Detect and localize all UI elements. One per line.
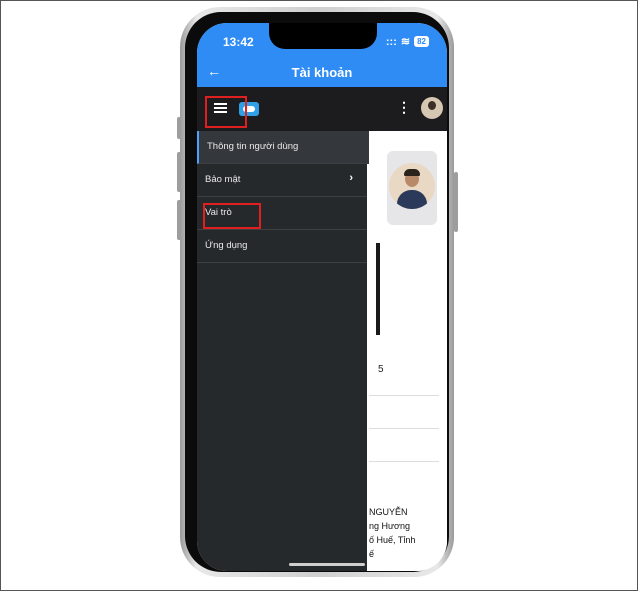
divider	[369, 461, 439, 462]
home-indicator[interactable]	[289, 563, 365, 566]
phone-screen: 13:42 ::: ≋ 82 ← Tài khoản ⋮ 5 NGUYỄN ng…	[197, 23, 447, 571]
phone-mute-switch	[177, 117, 181, 139]
drawer-item-label: Thông tin người dùng	[207, 141, 299, 152]
chevron-right-icon: ›	[349, 172, 353, 184]
wifi-icon: ≋	[400, 36, 411, 48]
barcode-strip	[376, 243, 380, 335]
phone-power-button	[454, 172, 458, 232]
drawer-item-security[interactable]: Bảo mật ›	[197, 164, 367, 197]
profile-photo	[389, 163, 435, 209]
dynamic-island	[269, 23, 377, 49]
more-options-icon[interactable]: ⋮	[397, 99, 411, 116]
side-drawer: Thông tin người dùng Bảo mật › Vai trò Ứ…	[197, 131, 369, 571]
drawer-item-apps[interactable]: Ứng dụng	[197, 230, 367, 263]
app-header: 13:42 ::: ≋ 82 ← Tài khoản	[197, 23, 447, 87]
status-time: 13:42	[223, 35, 254, 49]
drawer-item-user-info[interactable]: Thông tin người dùng	[197, 131, 369, 164]
drawer-item-label: Ứng dụng	[205, 240, 248, 251]
status-icons: ::: ≋ 82	[386, 35, 429, 48]
id-fragment: 5	[378, 364, 384, 375]
battery-icon: 82	[414, 36, 429, 47]
divider	[369, 428, 439, 429]
phone-volume-up	[177, 152, 181, 192]
address-text: NGUYỄN ng Hương ố Huế, Tỉnh ế	[369, 507, 416, 559]
drawer-item-label: Bảo mật	[205, 174, 241, 185]
phone-volume-down	[177, 200, 181, 240]
divider	[369, 395, 439, 396]
user-avatar[interactable]	[421, 97, 443, 119]
signal-icon: :::	[385, 35, 397, 48]
page-title: Tài khoản	[291, 65, 353, 80]
highlight-role-item	[203, 203, 261, 229]
highlight-menu-button	[205, 96, 247, 128]
